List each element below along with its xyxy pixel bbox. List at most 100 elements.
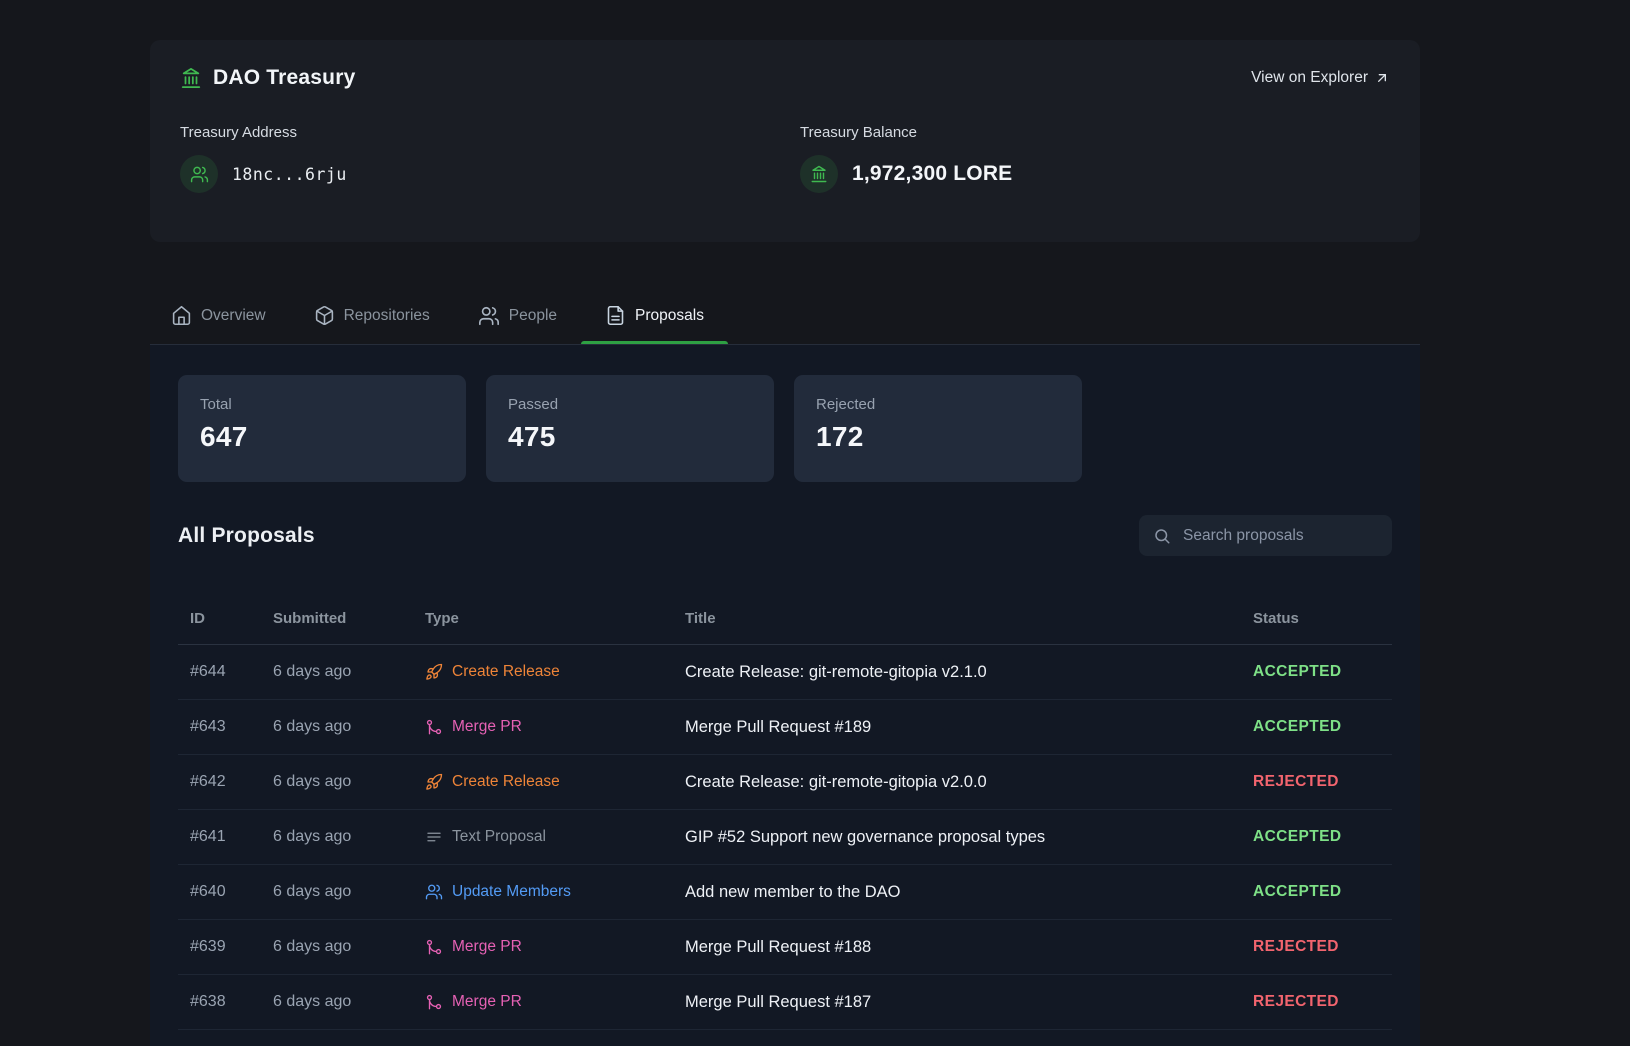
proposal-id: #638 [190, 993, 273, 1011]
view-on-explorer-link[interactable]: View on Explorer [1251, 69, 1390, 87]
stat-value: 475 [508, 421, 752, 453]
proposal-id: #639 [190, 938, 273, 956]
tab-repositories[interactable]: Repositories [290, 287, 454, 344]
tab-label: People [509, 307, 557, 325]
git-merge-icon [425, 718, 443, 736]
stat-value: 647 [200, 421, 444, 453]
proposal-id: #644 [190, 663, 273, 681]
proposal-status: ACCEPTED [1253, 828, 1390, 846]
align-left-icon [425, 828, 443, 846]
proposals-panel: Total 647 Passed 475 Rejected 172 All Pr… [150, 344, 1420, 1046]
search-icon [1153, 527, 1171, 545]
column-header-submitted: Submitted [273, 610, 425, 627]
proposal-title: Merge Pull Request #188 [685, 938, 1253, 957]
proposal-type: Merge PR [425, 938, 685, 956]
proposal-type: Merge PR [425, 718, 685, 736]
proposal-submitted: 6 days ago [273, 773, 425, 791]
rocket-icon [425, 663, 443, 681]
proposals-table-body: #644 6 days ago Create Release Create Re… [178, 645, 1392, 1046]
box-icon [314, 305, 335, 326]
file-text-icon [605, 305, 626, 326]
page: DAO Treasury View on Explorer Treasury A… [0, 0, 1630, 1046]
proposal-type: Update Members [425, 883, 685, 901]
tab-proposals[interactable]: Proposals [581, 287, 728, 344]
proposal-title: Create Release: git-remote-gitopia v2.0.… [685, 773, 1253, 792]
proposal-row[interactable]: #641 6 days ago Text Proposal GIP #52 Su… [178, 810, 1392, 865]
tab-bar: Overview Repositories People Proposals [150, 287, 728, 344]
proposal-title: Add new member to the DAO [685, 883, 1253, 902]
users-icon [478, 305, 500, 327]
column-header-status: Status [1253, 610, 1390, 627]
proposal-type-label: Text Proposal [452, 828, 546, 846]
proposal-type: Create Release [425, 773, 685, 791]
proposal-submitted: 6 days ago [273, 938, 425, 956]
users-icon [180, 155, 218, 193]
proposal-status: ACCEPTED [1253, 883, 1390, 901]
home-icon [171, 305, 192, 326]
tab-people[interactable]: People [454, 287, 581, 344]
proposal-row[interactable]: #638 6 days ago Merge PR Merge Pull Requ… [178, 975, 1392, 1030]
proposals-table: ID Submitted Type Title Status #644 6 da… [178, 592, 1392, 1046]
proposal-row[interactable]: #640 6 days ago Update Members Add new m… [178, 865, 1392, 920]
proposal-submitted: 6 days ago [273, 993, 425, 1011]
proposal-title: Merge Pull Request #189 [685, 718, 1253, 737]
tab-label: Proposals [635, 307, 704, 325]
treasury-card: DAO Treasury View on Explorer Treasury A… [150, 40, 1420, 242]
tab-label: Repositories [344, 307, 430, 325]
rocket-icon [425, 773, 443, 791]
proposal-submitted: 6 days ago [273, 883, 425, 901]
proposal-submitted: 6 days ago [273, 718, 425, 736]
proposals-table-header: ID Submitted Type Title Status [178, 592, 1392, 645]
proposal-row[interactable] [178, 1030, 1392, 1046]
proposal-status: ACCEPTED [1253, 663, 1390, 681]
git-merge-icon [425, 938, 443, 956]
proposal-id: #642 [190, 773, 273, 791]
proposal-id: #641 [190, 828, 273, 846]
tab-overview[interactable]: Overview [150, 287, 290, 344]
proposal-type-label: Update Members [452, 883, 571, 901]
proposal-search[interactable] [1139, 515, 1392, 556]
all-proposals-heading: All Proposals [178, 524, 315, 548]
stat-label: Rejected [816, 396, 1060, 413]
proposal-status: REJECTED [1253, 938, 1390, 956]
proposal-title: Create Release: git-remote-gitopia v2.1.… [685, 663, 1253, 682]
column-header-type: Type [425, 610, 685, 627]
proposal-row[interactable]: #639 6 days ago Merge PR Merge Pull Requ… [178, 920, 1392, 975]
proposal-title: Merge Pull Request #187 [685, 993, 1253, 1012]
treasury-address-label: Treasury Address [180, 124, 800, 141]
users-icon [425, 883, 443, 901]
stat-card-passed: Passed 475 [486, 375, 774, 482]
bank-icon [800, 155, 838, 193]
proposal-type-label: Merge PR [452, 993, 522, 1011]
treasury-balance-value: 1,972,300 LORE [852, 162, 1012, 186]
proposal-type-label: Merge PR [452, 718, 522, 736]
proposal-status: REJECTED [1253, 993, 1390, 1011]
stat-label: Total [200, 396, 444, 413]
column-header-title: Title [685, 610, 1253, 627]
git-merge-icon [425, 993, 443, 1011]
proposal-submitted: 6 days ago [273, 663, 425, 681]
treasury-title: DAO Treasury [213, 66, 355, 90]
view-on-explorer-label: View on Explorer [1251, 69, 1368, 87]
proposal-status: REJECTED [1253, 773, 1390, 791]
proposal-row[interactable]: #642 6 days ago Create Release Create Re… [178, 755, 1392, 810]
treasury-address-value[interactable]: 18nc...6rju [232, 165, 347, 184]
arrow-up-right-icon [1374, 70, 1390, 86]
proposal-type: Merge PR [425, 993, 685, 1011]
proposal-row[interactable]: #643 6 days ago Merge PR Merge Pull Requ… [178, 700, 1392, 755]
stat-card-total: Total 647 [178, 375, 466, 482]
stat-value: 172 [816, 421, 1060, 453]
proposal-type: Create Release [425, 663, 685, 681]
stat-card-rejected: Rejected 172 [794, 375, 1082, 482]
search-input[interactable] [1181, 526, 1385, 546]
stats-row: Total 647 Passed 475 Rejected 172 [178, 375, 1392, 482]
proposal-type: Text Proposal [425, 828, 685, 846]
tab-label: Overview [201, 307, 266, 325]
proposal-type-label: Create Release [452, 663, 560, 681]
column-header-id: ID [190, 610, 273, 627]
proposal-id: #643 [190, 718, 273, 736]
treasury-balance-label: Treasury Balance [800, 124, 1012, 141]
proposal-row[interactable]: #644 6 days ago Create Release Create Re… [178, 645, 1392, 700]
proposal-type-label: Merge PR [452, 938, 522, 956]
proposal-id: #640 [190, 883, 273, 901]
